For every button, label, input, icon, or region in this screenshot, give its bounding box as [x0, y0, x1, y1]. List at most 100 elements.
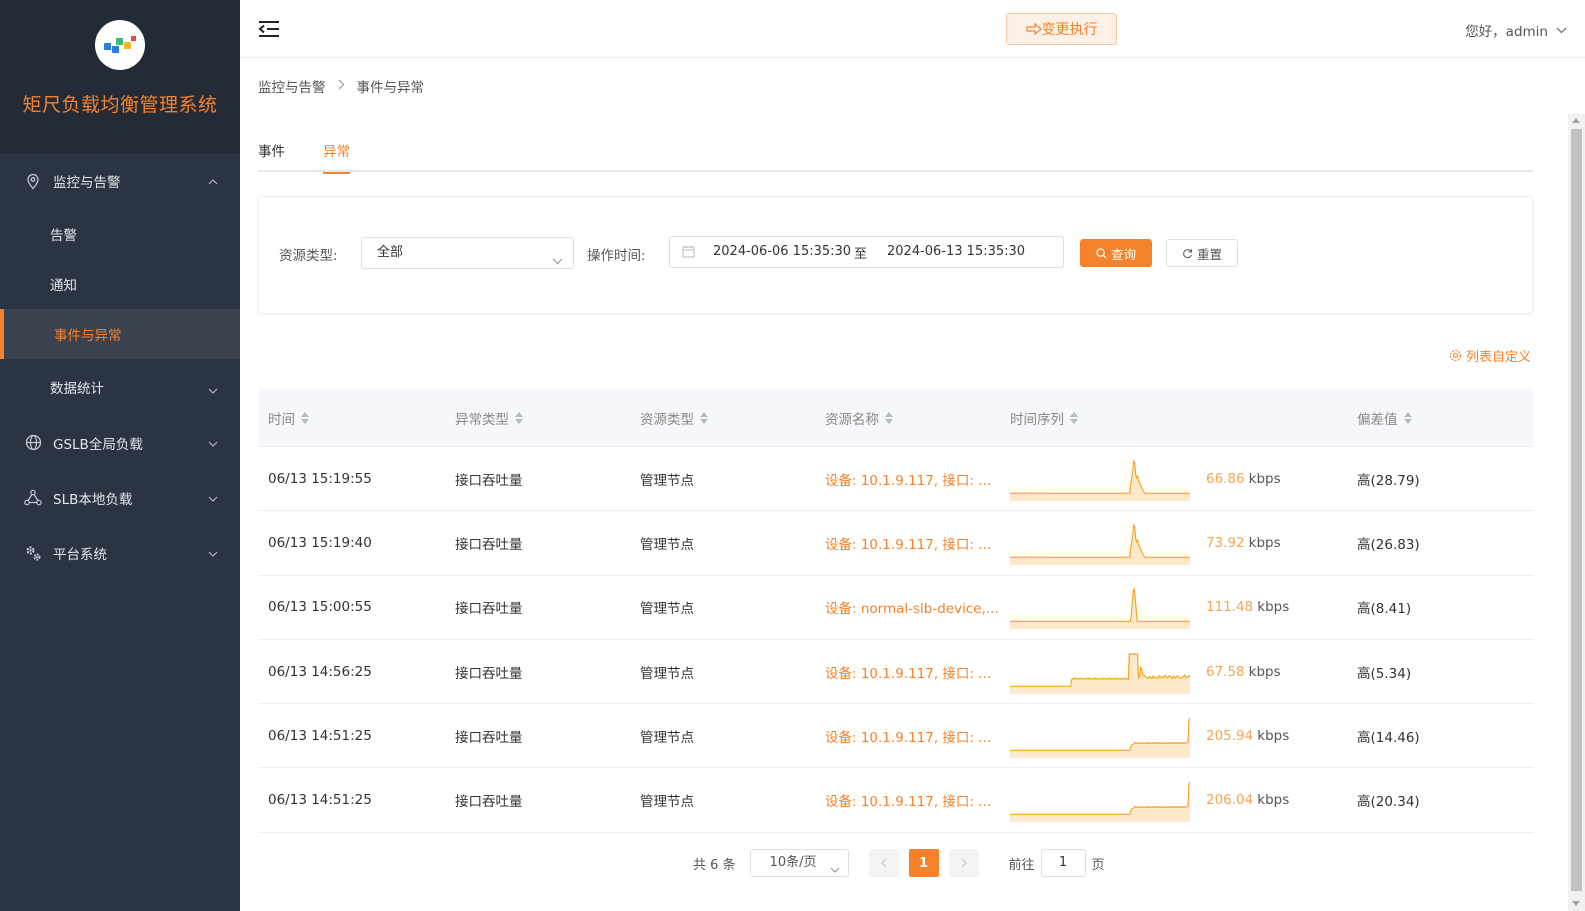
col-deviation[interactable]: 偏差值 [1347, 408, 1533, 428]
col-res-type[interactable]: 资源类型 [630, 408, 815, 428]
cell-res-type: 管理节点 [640, 665, 694, 682]
scroll-down-icon[interactable] [1572, 901, 1580, 906]
cell-res-name-link[interactable]: 设备: normal-slb-device,... [825, 597, 1000, 617]
cell-res-name-link[interactable]: 设备: 10.1.9.117, 接口: ... [825, 469, 1000, 489]
resource-type-label: 资源类型: [279, 248, 338, 264]
resource-type-value: 全部 [377, 245, 404, 260]
table-row[interactable]: 06/13 15:19:40 接口吞吐量 管理节点 设备: 10.1.9.117, 接… [258, 511, 1533, 576]
cell-res-type: 管理节点 [640, 601, 694, 618]
table-row[interactable]: 06/13 15:19:55 接口吞吐量 管理节点 设备: 10.1.9.117, 接… [258, 447, 1533, 512]
sparkline-line [1010, 523, 1190, 558]
sparkline [1010, 717, 1190, 758]
sparkline-area [1010, 782, 1190, 823]
chevron-down-icon [208, 435, 218, 451]
cell-res-name-link[interactable]: 设备: 10.1.9.117, 接口: ... [825, 790, 1000, 810]
sidebar-item-notifications[interactable]: 通知 [0, 259, 240, 309]
sidebar-item-monitor[interactable]: 监控与告警 [0, 153, 240, 209]
cell-res-name-link[interactable]: 设备: 10.1.9.117, 接口: ... [825, 726, 1000, 746]
tab-anomalies[interactable]: 异常 [323, 140, 350, 174]
next-page-button[interactable] [948, 849, 979, 877]
arrow-right-icon [1025, 23, 1042, 35]
sidebar: 矩尺负载均衡管理系统 监控与告警 告警 通知 事件与异常 数据统计 GSLB全局… [0, 0, 240, 911]
sidebar-item-gslb[interactable]: GSLB全局负载 [0, 415, 240, 470]
menu-fold-icon[interactable] [258, 20, 280, 42]
series-value-number: 73.92 [1206, 534, 1245, 551]
customize-columns-link[interactable]: 列表自定义 [1449, 346, 1531, 365]
cell-type: 接口吞吐量 [455, 794, 523, 811]
sidebar-item-slb[interactable]: SLB本地负载 [0, 470, 240, 525]
col-type[interactable]: 异常类型 [445, 408, 630, 428]
refresh-icon [1183, 248, 1193, 258]
sidebar-item-platform-label: 平台系统 [53, 546, 107, 563]
scroll-thumb[interactable] [1571, 129, 1582, 891]
resource-type-select[interactable]: 全部 [361, 237, 574, 269]
brand: 矩尺负载均衡管理系统 [0, 0, 240, 153]
cell-res-type: 管理节点 [640, 794, 694, 811]
goto-page-input[interactable]: 1 [1040, 849, 1086, 877]
chevron-down-icon [208, 545, 218, 561]
cell-deviation: 高(8.41) [1357, 601, 1412, 618]
sparkline [1010, 458, 1190, 501]
cell-deviation: 高(14.46) [1357, 729, 1420, 746]
sidebar-item-alerts[interactable]: 告警 [0, 209, 240, 259]
chevron-down-icon [208, 490, 218, 506]
tab-events[interactable]: 事件 [258, 140, 285, 172]
cell-res-type: 管理节点 [640, 729, 694, 746]
series-value-unit: kbps [1257, 727, 1290, 744]
sort-icon [1070, 411, 1078, 424]
chevron-down-icon [552, 247, 563, 277]
sidebar-item-platform[interactable]: 平台系统 [0, 525, 240, 580]
cell-time: 06/13 14:51:25 [268, 727, 372, 744]
page-size-value: 10条/页 [769, 855, 817, 870]
breadcrumb-level1[interactable]: 监控与告警 [258, 76, 326, 96]
start-date-input[interactable]: 2024-06-06 15:35:30 [713, 244, 851, 259]
series-value-unit: kbps [1257, 599, 1290, 616]
table-row[interactable]: 06/13 14:51:25 接口吞吐量 管理节点 设备: 10.1.9.117, 接… [258, 768, 1533, 833]
chevron-right-icon [961, 858, 967, 868]
col-res-name-label: 资源名称 [825, 411, 879, 428]
series-value-unit: kbps [1248, 663, 1281, 680]
table-row[interactable]: 06/13 14:56:25 接口吞吐量 管理节点 设备: 10.1.9.117, 接… [258, 640, 1533, 705]
sparkline-line [1010, 587, 1190, 623]
reset-button[interactable]: 重置 [1166, 239, 1238, 267]
end-date-input[interactable]: 2024-06-13 15:35:30 [887, 244, 1025, 259]
prev-page-button[interactable] [868, 849, 899, 877]
table-row[interactable]: 06/13 14:51:25 接口吞吐量 管理节点 设备: 10.1.9.117, 接… [258, 704, 1533, 769]
table-header: 时间 异常类型 资源类型 资源名称 时间序列 偏差值 [258, 389, 1533, 447]
page-number-current[interactable]: 1 [908, 849, 939, 877]
sidebar-item-stats[interactable]: 数据统计 [0, 359, 240, 415]
cell-time: 06/13 14:56:25 [268, 663, 372, 680]
sparkline-area [1010, 717, 1190, 758]
sparkline-area [1010, 460, 1190, 501]
sort-icon [301, 411, 309, 424]
cell-res-name-link[interactable]: 设备: 10.1.9.117, 接口: ... [825, 662, 1000, 682]
col-series[interactable]: 时间序列 [1000, 408, 1347, 428]
series-value-number: 111.48 [1206, 599, 1254, 616]
user-menu[interactable]: 您好，admin [1465, 20, 1567, 40]
tabs: 事件 异常 [258, 140, 1533, 174]
date-range-picker[interactable]: 2024-06-06 15:35:30 至 2024-06-13 15:35:3… [669, 236, 1064, 268]
change-execute-button[interactable]: 变更执行 [1006, 13, 1117, 45]
sidebar-menu: 监控与告警 告警 通知 事件与异常 数据统计 GSLB全局负载 SLB本地负载 [0, 153, 240, 580]
col-time[interactable]: 时间 [258, 408, 445, 428]
cell-type: 接口吞吐量 [455, 729, 523, 746]
cell-time: 06/13 15:19:55 [268, 470, 372, 487]
chevron-up-icon [208, 173, 218, 189]
query-button[interactable]: 查询 [1080, 239, 1152, 267]
scroll-up-icon[interactable] [1572, 118, 1580, 123]
page-scrollbar[interactable] [1568, 114, 1585, 911]
col-series-label: 时间序列 [1010, 411, 1064, 428]
sidebar-item-events[interactable]: 事件与异常 [0, 309, 240, 359]
col-res-name[interactable]: 资源名称 [815, 408, 1000, 428]
query-label: 查询 [1110, 246, 1136, 262]
cell-series: 206.04 kbps [1000, 778, 1347, 823]
logo-mark-icon [104, 36, 136, 53]
logo [95, 20, 145, 70]
table-row[interactable]: 06/13 15:00:55 接口吞吐量 管理节点 设备: normal-slb-de… [258, 576, 1533, 640]
globe-icon [24, 434, 42, 452]
change-execute-label: 变更执行 [1041, 22, 1098, 38]
cell-res-name-link[interactable]: 设备: 10.1.9.117, 接口: ... [825, 533, 1000, 553]
page-size-select[interactable]: 10条/页 [749, 849, 849, 877]
app-title: 矩尺负载均衡管理系统 [22, 94, 218, 116]
chevron-down-icon [830, 857, 840, 883]
